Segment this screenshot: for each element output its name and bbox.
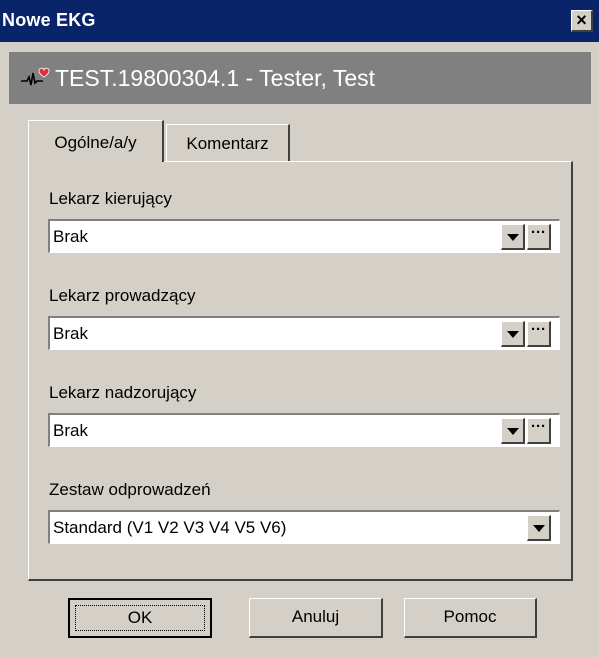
chevron-down-icon bbox=[507, 428, 519, 435]
chevron-down-icon bbox=[533, 525, 545, 532]
title-bar[interactable]: Nowe EKG × bbox=[0, 0, 599, 42]
lead-set-label: Zestaw odprowadzeń bbox=[49, 480, 211, 499]
close-icon: × bbox=[576, 10, 587, 30]
referring-physician-label: Lekarz kierujący bbox=[49, 189, 172, 208]
supervising-physician-label: Lekarz nadzorujący bbox=[49, 383, 197, 402]
chevron-down-icon bbox=[507, 234, 519, 241]
ok-button[interactable]: OK bbox=[68, 598, 212, 638]
ellipsis-icon: ··· bbox=[531, 418, 546, 435]
ellipsis-icon: ··· bbox=[531, 224, 546, 241]
supervising-physician-select[interactable]: Brak ··· bbox=[48, 413, 560, 447]
supervising-physician-browse-button[interactable]: ··· bbox=[527, 418, 551, 444]
supervising-physician-dropdown-button[interactable] bbox=[501, 418, 525, 444]
attending-physician-select[interactable]: Brak ··· bbox=[48, 316, 560, 350]
tab-comment-label: Komentarz bbox=[186, 134, 269, 153]
cancel-button-label: Anuluj bbox=[291, 607, 340, 626]
chevron-down-icon bbox=[507, 331, 519, 338]
supervising-physician-value: Brak bbox=[53, 421, 88, 440]
help-button-label: Pomoc bbox=[443, 607, 497, 626]
attending-physician-value: Brak bbox=[53, 324, 88, 343]
referring-physician-value: Brak bbox=[53, 227, 88, 246]
tab-general-label: Ogólne/a/y bbox=[54, 133, 137, 152]
focus-rectangle bbox=[75, 605, 205, 631]
attending-physician-dropdown-button[interactable] bbox=[501, 321, 525, 347]
patient-label: TEST.19800304.1 - Tester, Test bbox=[55, 65, 376, 91]
new-ecg-dialog: Nowe EKG × TEST.19800304.1 - Tester, Tes… bbox=[0, 0, 599, 657]
attending-physician-label: Lekarz prowadzący bbox=[49, 286, 196, 305]
ecg-heart-icon bbox=[21, 67, 50, 86]
window-title: Nowe EKG bbox=[2, 10, 96, 30]
general-tab-panel: Lekarz kierujący Brak ··· Lekarz prowadz… bbox=[28, 161, 573, 581]
lead-set-select[interactable]: Standard (V1 V2 V3 V4 V5 V6) bbox=[48, 510, 560, 544]
referring-physician-browse-button[interactable]: ··· bbox=[527, 224, 551, 250]
patient-header: TEST.19800304.1 - Tester, Test bbox=[9, 52, 591, 104]
referring-physician-select[interactable]: Brak ··· bbox=[48, 219, 560, 253]
lead-set-dropdown-button[interactable] bbox=[527, 515, 551, 541]
attending-physician-browse-button[interactable]: ··· bbox=[527, 321, 551, 347]
tab-comment[interactable]: Komentarz bbox=[166, 124, 290, 162]
tab-general[interactable]: Ogólne/a/y bbox=[28, 120, 164, 162]
cancel-button[interactable]: Anuluj bbox=[249, 598, 383, 638]
close-button[interactable]: × bbox=[571, 10, 593, 32]
help-button[interactable]: Pomoc bbox=[404, 598, 537, 638]
ellipsis-icon: ··· bbox=[531, 321, 546, 338]
referring-physician-dropdown-button[interactable] bbox=[501, 224, 525, 250]
lead-set-value: Standard (V1 V2 V3 V4 V5 V6) bbox=[53, 518, 287, 537]
